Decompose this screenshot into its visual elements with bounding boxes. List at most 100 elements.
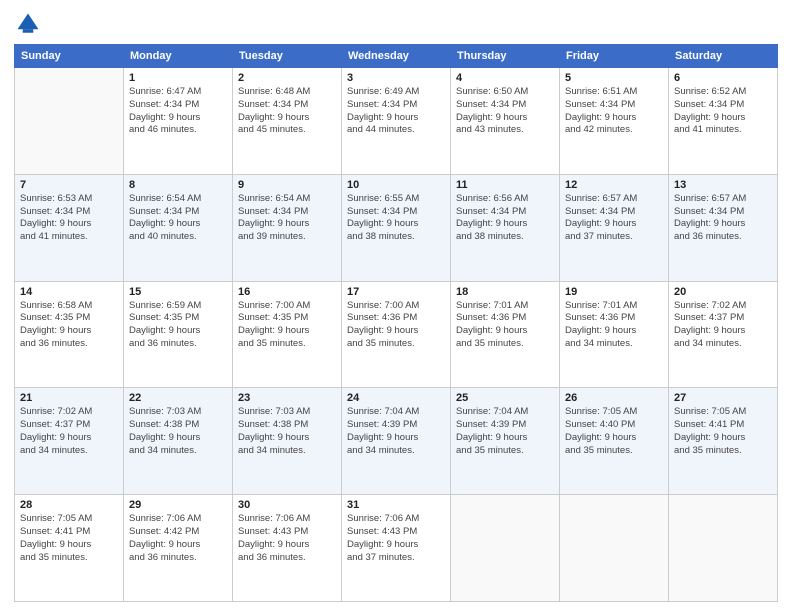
calendar-cell: 9 Sunrise: 6:54 AMSunset: 4:34 PMDaylight… [233,174,342,281]
calendar-cell [15,68,124,175]
calendar-cell: 6Sunrise: 6:52 AMSunset: 4:34 PMDaylight… [669,68,778,175]
calendar-cell: 27 Sunrise: 7:05 AMSunset: 4:41 PMDayligh… [669,388,778,495]
calendar-cell: 12 Sunrise: 6:57 AMSunset: 4:34 PMDayligh… [560,174,669,281]
calendar-cell: 2 Sunrise: 6:48 AMSunset: 4:34 PMDaylight… [233,68,342,175]
day-number: 31 [347,499,445,511]
calendar-header: SundayMondayTuesdayWednesdayThursdayFrid… [15,45,778,68]
day-detail: Sunrise: 6:51 AMSunset: 4:34 PMDaylight:… [565,86,663,137]
day-detail: Sunrise: 7:01 AMSunset: 4:36 PMDaylight:… [565,300,663,351]
day-number: 8 [129,179,227,191]
calendar-cell: 31 Sunrise: 7:06 AMSunset: 4:43 PMDayligh… [342,495,451,602]
calendar-cell: 28Sunrise: 7:05 AMSunset: 4:41 PMDayligh… [15,495,124,602]
day-number: 30 [238,499,336,511]
day-number: 24 [347,392,445,404]
day-detail: Sunrise: 7:05 AMSunset: 4:40 PMDaylight:… [565,406,663,457]
day-number: 29 [129,499,227,511]
weekday-header-friday: Friday [560,45,669,68]
weekday-header-wednesday: Wednesday [342,45,451,68]
calendar-cell: 3Sunrise: 6:49 AMSunset: 4:34 PMDaylight… [342,68,451,175]
day-number: 22 [129,392,227,404]
day-detail: Sunrise: 7:01 AMSunset: 4:36 PMDaylight:… [456,300,554,351]
day-detail: Sunrise: 6:52 AMSunset: 4:34 PMDaylight:… [674,86,772,137]
header [14,10,778,38]
weekday-header-tuesday: Tuesday [233,45,342,68]
day-detail: Sunrise: 7:03 AMSunset: 4:38 PMDaylight:… [238,406,336,457]
day-number: 14 [20,286,118,298]
day-detail: Sunrise: 6:50 AMSunset: 4:34 PMDaylight:… [456,86,554,137]
day-number: 13 [674,179,772,191]
week-row: 21 Sunrise: 7:02 AMSunset: 4:37 PMDayligh… [15,388,778,495]
calendar-cell: 22 Sunrise: 7:03 AMSunset: 4:38 PMDayligh… [124,388,233,495]
calendar-cell: 20 Sunrise: 7:02 AMSunset: 4:37 PMDayligh… [669,281,778,388]
calendar-cell: 19 Sunrise: 7:01 AMSunset: 4:36 PMDayligh… [560,281,669,388]
day-number: 23 [238,392,336,404]
day-detail: Sunrise: 6:56 AMSunset: 4:34 PMDaylight:… [456,193,554,244]
day-detail: Sunrise: 7:04 AMSunset: 4:39 PMDaylight:… [456,406,554,457]
day-detail: Sunrise: 6:55 AMSunset: 4:34 PMDaylight:… [347,193,445,244]
calendar-cell [451,495,560,602]
day-number: 27 [674,392,772,404]
calendar-cell [669,495,778,602]
day-number: 4 [456,72,554,84]
day-number: 18 [456,286,554,298]
day-number: 26 [565,392,663,404]
day-detail: Sunrise: 7:03 AMSunset: 4:38 PMDaylight:… [129,406,227,457]
calendar-cell: 25 Sunrise: 7:04 AMSunset: 4:39 PMDayligh… [451,388,560,495]
day-detail: Sunrise: 7:05 AMSunset: 4:41 PMDaylight:… [674,406,772,457]
weekday-row: SundayMondayTuesdayWednesdayThursdayFrid… [15,45,778,68]
day-detail: Sunrise: 7:06 AMSunset: 4:43 PMDaylight:… [238,513,336,564]
calendar-cell: 29Sunrise: 7:06 AMSunset: 4:42 PMDayligh… [124,495,233,602]
weekday-header-monday: Monday [124,45,233,68]
week-row: 7Sunrise: 6:53 AMSunset: 4:34 PMDaylight… [15,174,778,281]
calendar-cell: 17 Sunrise: 7:00 AMSunset: 4:36 PMDayligh… [342,281,451,388]
week-row: 28Sunrise: 7:05 AMSunset: 4:41 PMDayligh… [15,495,778,602]
day-detail: Sunrise: 6:57 AMSunset: 4:34 PMDaylight:… [674,193,772,244]
weekday-header-thursday: Thursday [451,45,560,68]
calendar-cell: 21 Sunrise: 7:02 AMSunset: 4:37 PMDayligh… [15,388,124,495]
day-number: 9 [238,179,336,191]
day-detail: Sunrise: 6:59 AMSunset: 4:35 PMDaylight:… [129,300,227,351]
day-detail: Sunrise: 6:58 AMSunset: 4:35 PMDaylight:… [20,300,118,351]
logo [14,10,46,38]
day-detail: Sunrise: 7:04 AMSunset: 4:39 PMDaylight:… [347,406,445,457]
day-number: 12 [565,179,663,191]
calendar-cell: 13 Sunrise: 6:57 AMSunset: 4:34 PMDayligh… [669,174,778,281]
day-number: 11 [456,179,554,191]
day-number: 20 [674,286,772,298]
page: SundayMondayTuesdayWednesdayThursdayFrid… [0,0,792,612]
calendar: SundayMondayTuesdayWednesdayThursdayFrid… [14,44,778,602]
calendar-cell: 30 Sunrise: 7:06 AMSunset: 4:43 PMDayligh… [233,495,342,602]
day-detail: Sunrise: 6:47 AMSunset: 4:34 PMDaylight:… [129,86,227,137]
day-detail: Sunrise: 7:02 AMSunset: 4:37 PMDaylight:… [674,300,772,351]
day-number: 1 [129,72,227,84]
day-detail: Sunrise: 7:00 AMSunset: 4:35 PMDaylight:… [238,300,336,351]
day-number: 7 [20,179,118,191]
calendar-cell: 24 Sunrise: 7:04 AMSunset: 4:39 PMDayligh… [342,388,451,495]
logo-icon [14,10,42,38]
calendar-cell: 10Sunrise: 6:55 AMSunset: 4:34 PMDayligh… [342,174,451,281]
day-detail: Sunrise: 7:02 AMSunset: 4:37 PMDaylight:… [20,406,118,457]
day-detail: Sunrise: 6:54 AMSunset: 4:34 PMDaylight:… [129,193,227,244]
day-detail: Sunrise: 6:49 AMSunset: 4:34 PMDaylight:… [347,86,445,137]
calendar-cell: 1 Sunrise: 6:47 AMSunset: 4:34 PMDaylight… [124,68,233,175]
calendar-cell [560,495,669,602]
day-number: 2 [238,72,336,84]
calendar-cell: 4 Sunrise: 6:50 AMSunset: 4:34 PMDaylight… [451,68,560,175]
week-row: 14 Sunrise: 6:58 AMSunset: 4:35 PMDayligh… [15,281,778,388]
day-detail: Sunrise: 6:48 AMSunset: 4:34 PMDaylight:… [238,86,336,137]
day-detail: Sunrise: 6:54 AMSunset: 4:34 PMDaylight:… [238,193,336,244]
weekday-header-sunday: Sunday [15,45,124,68]
day-detail: Sunrise: 7:00 AMSunset: 4:36 PMDaylight:… [347,300,445,351]
day-detail: Sunrise: 7:06 AMSunset: 4:43 PMDaylight:… [347,513,445,564]
day-detail: Sunrise: 6:57 AMSunset: 4:34 PMDaylight:… [565,193,663,244]
day-number: 17 [347,286,445,298]
week-row: 1 Sunrise: 6:47 AMSunset: 4:34 PMDaylight… [15,68,778,175]
calendar-cell: 15Sunrise: 6:59 AMSunset: 4:35 PMDayligh… [124,281,233,388]
day-number: 21 [20,392,118,404]
day-detail: Sunrise: 7:05 AMSunset: 4:41 PMDaylight:… [20,513,118,564]
day-number: 25 [456,392,554,404]
calendar-cell: 7Sunrise: 6:53 AMSunset: 4:34 PMDaylight… [15,174,124,281]
calendar-body: 1 Sunrise: 6:47 AMSunset: 4:34 PMDaylight… [15,68,778,602]
day-number: 16 [238,286,336,298]
day-number: 19 [565,286,663,298]
